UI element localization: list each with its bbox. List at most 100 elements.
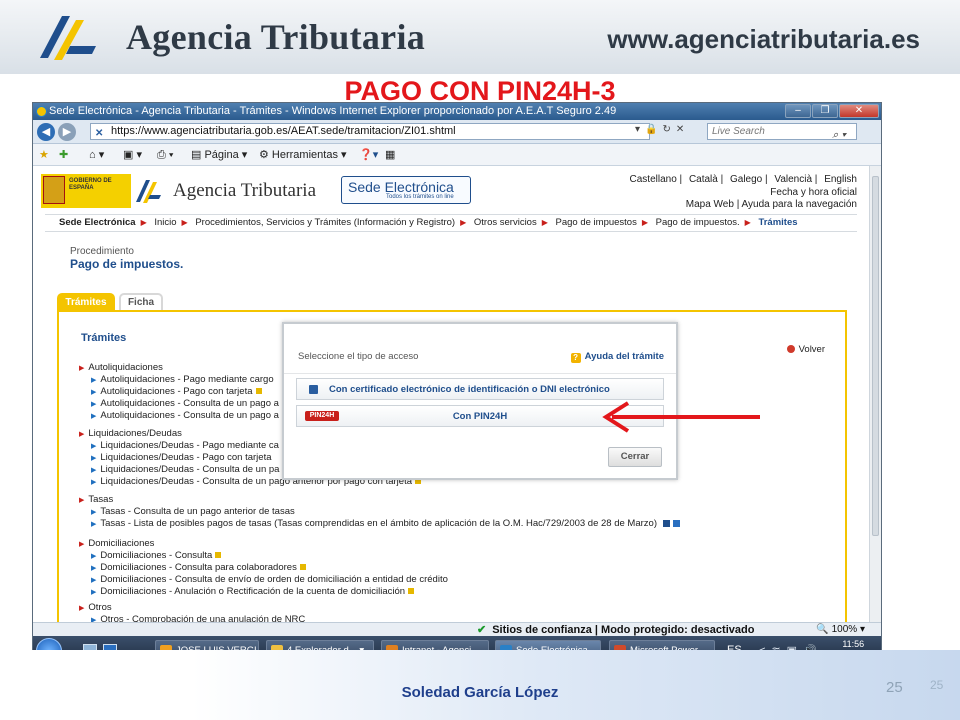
list-item[interactable]: ▶ Domiciliaciones - Anulación o Rectifica… xyxy=(79,586,448,598)
maximize-button[interactable]: ❐ xyxy=(812,104,838,118)
breadcrumb-current: Trámites xyxy=(758,217,798,228)
address-input[interactable]: ✕ https://www.agenciatributaria.gob.es/A… xyxy=(90,123,650,140)
tab-ficha[interactable]: Ficha xyxy=(119,293,163,311)
slide-brand: Agencia Tributaria xyxy=(126,17,426,57)
dialog-question: Seleccione el tipo de acceso xyxy=(298,351,419,362)
breadcrumb: Sede Electrónica ▶ Inicio ▶ Procedimientos… xyxy=(45,214,857,232)
site-icon: ✕ xyxy=(95,128,104,139)
volver-link[interactable]: Volver xyxy=(786,344,825,355)
status-bar: ✔ Sitios de confianza | Modo protegido: d… xyxy=(33,622,881,637)
ie-icon xyxy=(36,106,47,117)
nav-links: Mapa Web | Ayuda para la navegación xyxy=(685,199,857,210)
check-icon: ✔ xyxy=(477,624,487,636)
favorites-icon[interactable]: ★ xyxy=(39,144,49,166)
list-item[interactable]: ▶ Domiciliaciones - Consulta para colabor… xyxy=(79,562,448,574)
window-title: Sede Electrónica - Agencia Tributaria - … xyxy=(49,105,617,117)
list-item[interactable]: ▶ Tasas - Consulta de un pago anterior de… xyxy=(79,506,680,518)
certificate-option-label: Con certificado electrónico de identific… xyxy=(329,384,610,395)
help-icon[interactable]: ❓▾ xyxy=(359,144,378,166)
scroll-thumb[interactable] xyxy=(872,176,879,536)
address-value: https://www.agenciatributaria.gob.es/AEA… xyxy=(111,125,456,137)
help-icon: ? xyxy=(570,353,581,363)
dialog-header: Seleccione el tipo de acceso ? Ayuda del … xyxy=(284,324,676,374)
browser-window: Sede Electrónica - Agencia Tributaria - … xyxy=(32,102,882,664)
sede-title: Sede Electrónica xyxy=(348,179,454,195)
window-titlebar: Sede Electrónica - Agencia Tributaria - … xyxy=(33,103,881,120)
group-tasas: ▶ Tasas ▶ Tasas - Consulta de un pago ante… xyxy=(79,494,680,530)
web-page: GOBIERNO DE ESPAÑA Agencia Tributaria Se… xyxy=(33,166,871,630)
window-controls: – ❐ ✕ xyxy=(785,104,879,118)
lang-castellano[interactable]: Castellano xyxy=(630,174,677,185)
address-tools[interactable]: ▾🔒↻✕ xyxy=(635,124,689,135)
help-link[interactable]: ? Ayuda del trámite xyxy=(570,351,664,363)
procedure-label: Procedimiento xyxy=(70,246,134,257)
close-button[interactable]: ✕ xyxy=(839,104,879,118)
clock-time: 11:56 xyxy=(842,639,865,649)
group-autoliquidaciones: ▶ Autoliquidaciones ▶ Autoliquidaciones - … xyxy=(79,362,279,422)
search-placeholder: Live Search xyxy=(712,126,765,137)
group-domiciliaciones: ▶ Domiciliaciones ▶ Domiciliaciones - Cons… xyxy=(79,538,448,598)
page-number: 25 xyxy=(886,679,903,696)
tab-tramites[interactable]: Trámites xyxy=(57,293,115,311)
slide-url: www.agenciatributaria.es xyxy=(607,24,920,54)
gobierno-label: GOBIERNO DE ESPAÑA xyxy=(69,178,112,191)
coat-of-arms-icon xyxy=(43,176,65,204)
forward-icon[interactable]: ▶ xyxy=(58,123,76,141)
list-item[interactable]: ▶ Tasas - Lista de posibles pagos de tasa… xyxy=(79,518,680,530)
bullet-icon: ▶ xyxy=(79,365,85,372)
author: Soledad García López xyxy=(401,684,559,701)
mapa-link[interactable]: Mapa Web xyxy=(686,199,734,210)
breadcrumb-item[interactable]: Procedimientos, Servicios y Trámites (In… xyxy=(195,217,455,228)
list-item[interactable]: ▶ Domiciliaciones - Consulta de envío de … xyxy=(79,574,448,586)
minimize-button[interactable]: – xyxy=(785,104,811,118)
search-input[interactable]: Live Search ⌕ ▾ xyxy=(707,123,857,143)
sede-logo[interactable]: Sede Electrónica Todos los trámites on l… xyxy=(341,176,471,204)
certificate-option-button[interactable]: Con certificado electrónico de identific… xyxy=(296,378,664,400)
address-bar-row: ◀ ▶ ✕ https://www.agenciatributaria.gob.… xyxy=(33,120,881,144)
print-icon[interactable]: ⎙ ▾ xyxy=(157,144,173,166)
list-item[interactable]: ▶ Autoliquidaciones - Pago con tarjeta xyxy=(79,386,279,398)
command-bar: ★ ✚ ⌂ ▾ ▣ ▾ ⎙ ▾ ▤ Página ▾ ⚙ Herramienta… xyxy=(33,144,881,166)
slide-header: Agencia Tributaria www.agenciatributaria… xyxy=(0,0,960,74)
tools-menu[interactable]: ⚙ Herramientas ▾ xyxy=(259,144,347,166)
fecha-link[interactable]: Fecha y hora oficial xyxy=(770,187,857,198)
status-text: ✔ Sitios de confianza | Modo protegido: d… xyxy=(477,624,755,636)
lock-icon xyxy=(408,588,415,594)
breadcrumb-item[interactable]: Pago de impuestos. xyxy=(656,217,740,228)
lang-valencia[interactable]: Valencià xyxy=(774,174,812,185)
page-number-ghost: 25 xyxy=(930,678,944,692)
agencia-logo-icon xyxy=(40,16,96,60)
breadcrumb-item[interactable]: Sede Electrónica xyxy=(59,217,136,228)
panel-title: Trámites xyxy=(81,332,127,344)
add-favorite-icon[interactable]: ✚ xyxy=(59,144,68,166)
lock-icon xyxy=(215,552,222,558)
breadcrumb-item[interactable]: Inicio xyxy=(154,217,176,228)
list-item[interactable]: ▶ Autoliquidaciones - Pago mediante cargo xyxy=(79,374,279,386)
back-circle-icon xyxy=(786,345,795,353)
research-icon[interactable]: ▦ xyxy=(385,144,395,166)
breadcrumb-item[interactable]: Otros servicios xyxy=(474,217,537,228)
red-arrow-icon xyxy=(602,401,760,433)
lock-icon xyxy=(299,564,306,570)
lang-english[interactable]: English xyxy=(824,174,857,185)
page-menu[interactable]: ▤ Página ▾ xyxy=(191,144,247,166)
vertical-scrollbar[interactable] xyxy=(869,166,881,622)
at-logo-icon xyxy=(136,180,161,203)
back-icon[interactable]: ◀ xyxy=(37,123,55,141)
list-item[interactable]: ▶ Autoliquidaciones - Consulta de un pago… xyxy=(79,410,279,422)
at-mini-icon xyxy=(662,520,670,527)
doc-mini-icon xyxy=(672,520,680,527)
lang-galego[interactable]: Galego xyxy=(730,174,762,185)
list-item[interactable]: ▶ Autoliquidaciones - Consulta de un pago… xyxy=(79,398,279,410)
search-icon[interactable]: ⌕ ▾ xyxy=(832,128,846,143)
breadcrumb-item[interactable]: Pago de impuestos xyxy=(556,217,637,228)
home-icon[interactable]: ⌂ ▾ xyxy=(89,144,104,166)
zoom-control[interactable]: 🔍 100% ▾ xyxy=(816,623,865,637)
list-item[interactable]: ▶ Domiciliaciones - Consulta xyxy=(79,550,448,562)
cerrar-button[interactable]: Cerrar xyxy=(608,447,662,467)
ayuda-link[interactable]: Ayuda para la navegación xyxy=(742,199,857,210)
sede-subtitle: Todos los trámites on line xyxy=(386,194,454,200)
lang-catala[interactable]: Català xyxy=(689,174,718,185)
site-brand: Agencia Tributaria xyxy=(173,180,317,201)
feeds-icon[interactable]: ▣ ▾ xyxy=(123,144,142,166)
